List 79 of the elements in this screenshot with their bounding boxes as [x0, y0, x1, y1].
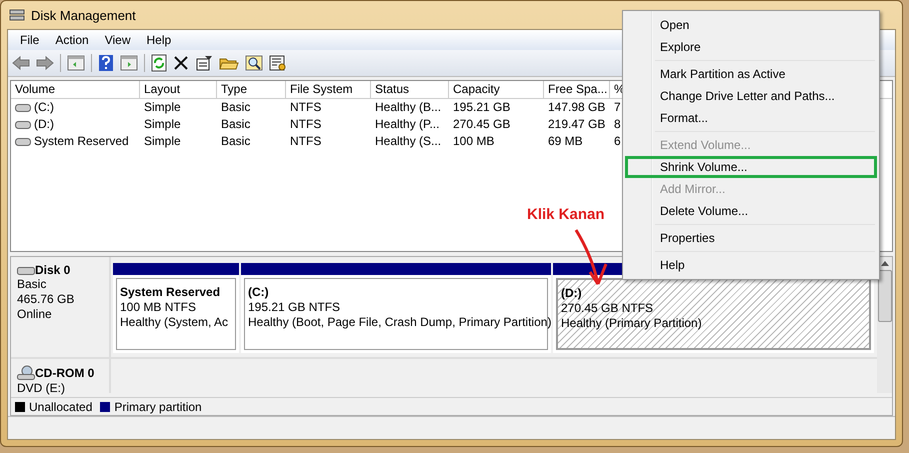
table-cell: (D:) — [11, 116, 140, 133]
table-cell-text: NTFS — [289, 116, 322, 133]
disk-info: Basic — [17, 277, 48, 292]
partition-block[interactable]: System Reserved 100 MB NTFS Healthy (System, Ac — [113, 263, 239, 353]
partition-status: Healthy (Boot, Page File, Crash Dump, Primary Partition) — [248, 315, 552, 330]
column-header[interactable]: Status — [371, 81, 449, 98]
partition-size: 100 MB NTFS — [120, 300, 196, 315]
disk-name: Disk 0 — [35, 263, 70, 277]
column-header[interactable]: Capacity — [449, 81, 544, 98]
disk-icon — [9, 7, 25, 23]
drive-icon — [15, 136, 31, 146]
partition-size: 195.21 GB NTFS — [248, 300, 340, 315]
back-arrow-icon[interactable] — [12, 55, 30, 71]
menu-item[interactable]: Explore — [625, 36, 877, 58]
partition-block[interactable]: (C:) 195.21 GB NTFS Healthy (Boot, Page File, Crash Dump, Primary Partition) — [241, 263, 551, 353]
table-cell: System Reserved — [11, 133, 140, 150]
table-cell: (C:) — [11, 99, 140, 116]
search-icon[interactable] — [245, 55, 263, 71]
table-cell-text: Basic — [220, 133, 252, 150]
action-pane-icon[interactable] — [120, 55, 138, 71]
column-header[interactable]: Free Spa... — [544, 81, 610, 98]
table-cell-text: 195.21 GB — [452, 99, 512, 116]
table-cell-text: NTFS — [289, 133, 322, 150]
partition-name: System Reserved — [120, 285, 220, 300]
table-cell-text: 219.47 GB — [547, 116, 606, 133]
menu-item[interactable]: Open — [625, 14, 877, 36]
annotation-text: Klik Kanan — [527, 206, 605, 223]
disk-name: CD-ROM 0 — [35, 366, 94, 380]
menu-item[interactable]: Delete Volume... — [625, 200, 877, 222]
drive-icon — [15, 102, 31, 112]
disk-info: Online — [17, 307, 53, 322]
properties-icon[interactable] — [195, 55, 213, 71]
partition-status: Healthy (Primary Partition) — [561, 316, 702, 331]
drive-icon — [15, 120, 31, 130]
table-cell-text: Simple — [143, 133, 182, 150]
refresh-icon[interactable] — [151, 54, 167, 72]
table-cell-text: 7 — [613, 99, 622, 116]
partition-name: (D:) — [561, 286, 582, 301]
disk-info: 465.76 GB — [17, 292, 76, 307]
menu-item[interactable]: Mark Partition as Active — [625, 63, 877, 85]
table-cell-text: Healthy (B... — [374, 99, 442, 116]
table-cell-text: 69 MB — [547, 133, 584, 150]
forward-arrow-icon[interactable] — [36, 55, 54, 71]
table-cell-text: Healthy (P... — [374, 116, 440, 133]
table-cell-text: Basic — [220, 99, 252, 116]
scrollbar[interactable] — [877, 257, 892, 393]
scroll-up-arrow-icon[interactable] — [880, 261, 888, 266]
table-cell-text: 270.45 GB — [452, 116, 512, 133]
menu-item[interactable]: File — [12, 33, 48, 47]
table-cell-text: NTFS — [289, 99, 322, 116]
table-cell-text: Basic — [220, 116, 252, 133]
partition-size: 270.45 GB NTFS — [561, 301, 654, 316]
settings-icon[interactable] — [269, 55, 287, 71]
window-title: Disk Management — [31, 8, 136, 22]
cd-drive-icon — [17, 365, 35, 381]
column-header[interactable]: Volume — [11, 81, 140, 98]
menu-item[interactable]: Format... — [625, 107, 877, 129]
menu-item[interactable]: Help — [138, 33, 180, 47]
table-cell-text: 147.98 GB — [547, 99, 606, 116]
menu-item[interactable]: Shrink Volume... — [625, 156, 877, 178]
table-cell-text: Simple — [143, 99, 182, 116]
column-header[interactable]: Layout — [140, 81, 217, 98]
legend-label: Primary partition — [114, 400, 202, 414]
disk-info: DVD (E:) — [17, 381, 66, 396]
console-tree-icon[interactable] — [67, 55, 85, 71]
menu-item[interactable]: Action — [47, 33, 97, 47]
partition-name: (C:) — [248, 285, 269, 300]
menu-item[interactable]: Properties — [625, 227, 877, 249]
table-cell-text: Simple — [143, 116, 182, 133]
table-cell-text: 100 MB — [452, 133, 496, 150]
column-header[interactable]: Type — [217, 81, 286, 98]
menu-item[interactable]: View — [96, 33, 138, 47]
menu-item[interactable]: Change Drive Letter and Paths... — [625, 85, 877, 107]
delete-icon[interactable] — [173, 55, 189, 71]
legend-label: Unallocated — [29, 400, 92, 414]
partition-status: Healthy (System, Ac — [120, 315, 228, 330]
table-cell-text: Healthy (S... — [374, 133, 442, 150]
column-header[interactable]: File System — [286, 81, 371, 98]
help-icon[interactable] — [98, 54, 114, 72]
